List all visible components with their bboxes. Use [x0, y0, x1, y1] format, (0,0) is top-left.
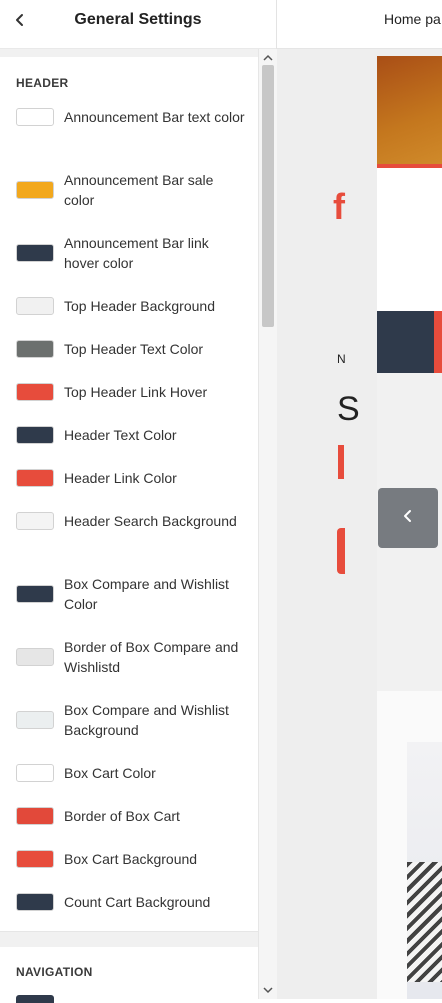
color-swatch[interactable] — [16, 807, 54, 825]
color-setting-row[interactable]: Box Compare and Wishlist Background — [16, 700, 246, 740]
setting-label: Box Compare and Wishlist Color — [64, 576, 229, 612]
color-swatch[interactable] — [16, 383, 54, 401]
color-setting-row[interactable]: Top Header Link Hover — [16, 382, 246, 402]
color-setting-row[interactable]: Announcement Bar sale color — [16, 170, 246, 210]
setting-label: Top Header Text Color — [64, 341, 204, 357]
sidebar-scrollbar[interactable] — [258, 49, 277, 999]
settings-sidebar: General Settings HEADER Announcement Bar… — [0, 0, 277, 1003]
color-setting-row[interactable]: Count Cart Background — [16, 892, 246, 912]
preview-page-select[interactable]: Home pa — [384, 11, 441, 27]
setting-label: Announcement Bar text color — [64, 109, 245, 125]
product-pattern — [407, 862, 442, 982]
color-setting-row[interactable]: Top Header Background — [16, 296, 246, 316]
color-swatch[interactable] — [16, 297, 54, 315]
color-swatch[interactable] — [16, 585, 54, 603]
color-swatch[interactable] — [16, 893, 54, 911]
setting-label: Count Cart Background — [64, 894, 211, 910]
color-setting-row[interactable]: Announcement Bar text color — [16, 107, 246, 127]
setting-label: Header Search Background — [64, 513, 237, 529]
color-swatch[interactable] — [16, 764, 54, 782]
hero-image — [377, 56, 442, 164]
color-swatch[interactable] — [16, 850, 54, 868]
section-gap — [0, 49, 258, 57]
color-setting-row[interactable]: Header Text Color — [16, 425, 246, 445]
color-setting-row[interactable]: Header Search Background — [16, 511, 246, 531]
setting-label: Top Header Background — [64, 298, 215, 314]
color-setting-row[interactable]: Border of Box Cart — [16, 806, 246, 826]
banner-text: N — [337, 352, 346, 366]
product-image — [407, 742, 442, 999]
color-setting-row[interactable]: Box Cart Background — [16, 849, 246, 869]
preview-area: Home pa f N S — [277, 0, 442, 999]
color-setting-row[interactable]: Box Cart Color — [16, 763, 246, 783]
setting-label: Top Header Link Hover — [64, 384, 208, 400]
header-section: HEADER Announcement Bar text color Annou… — [0, 57, 258, 931]
site-header — [377, 208, 442, 311]
slider-prev-button[interactable] — [378, 488, 438, 548]
color-swatch[interactable] — [16, 244, 54, 262]
color-swatch[interactable] — [16, 512, 54, 530]
section-title-header: HEADER — [16, 76, 69, 90]
site-logo: f — [333, 186, 345, 227]
color-swatch[interactable] — [16, 995, 54, 1003]
color-swatch[interactable] — [16, 108, 54, 126]
color-swatch[interactable] — [16, 426, 54, 444]
sidebar-header: General Settings — [0, 0, 276, 49]
setting-label: Announcement Bar sale color — [64, 172, 214, 208]
color-swatch[interactable] — [16, 469, 54, 487]
caret-down-icon — [263, 981, 273, 999]
color-swatch[interactable] — [16, 648, 54, 666]
setting-label: Border of Box Compare and Wishlistd — [64, 639, 239, 675]
setting-label: Box Cart Color — [64, 765, 156, 781]
setting-label: Border of Box Cart — [64, 808, 180, 824]
color-swatch[interactable] — [16, 340, 54, 358]
banner-button[interactable] — [337, 528, 345, 574]
chevron-left-icon — [400, 508, 416, 529]
color-setting-row[interactable]: Border of Box Compare and Wishlistd — [16, 637, 246, 677]
page-title: General Settings — [74, 11, 202, 28]
color-swatch[interactable] — [16, 181, 54, 199]
setting-label: Header Link Color — [64, 470, 177, 486]
preview-toolbar: Home pa — [277, 0, 442, 49]
banner-heading: S — [337, 390, 360, 428]
site-navigation-bar — [377, 311, 442, 373]
setting-label: Box Compare and Wishlist Background — [64, 702, 229, 738]
color-swatch[interactable] — [16, 711, 54, 729]
color-setting-row[interactable]: Header Link Color — [16, 468, 246, 488]
scroll-thumb[interactable] — [262, 65, 274, 327]
scroll-down-button[interactable] — [259, 983, 277, 997]
top-header — [377, 168, 442, 209]
setting-label: Announcement Bar link hover color — [64, 235, 209, 271]
color-setting-row[interactable]: Announcement Bar link hover color — [16, 233, 246, 273]
navigation-accent — [434, 311, 442, 373]
scroll-up-button[interactable] — [259, 51, 277, 65]
navigation-section: NAVIGATION — [0, 947, 258, 1003]
color-setting-row[interactable]: Box Compare and Wishlist Color — [16, 574, 246, 614]
setting-label: Header Text Color — [64, 427, 177, 443]
section-title-navigation: NAVIGATION — [16, 965, 93, 979]
color-setting-row[interactable]: Top Header Text Color — [16, 339, 246, 359]
setting-label: Box Cart Background — [64, 851, 198, 867]
banner-accent — [338, 445, 344, 479]
